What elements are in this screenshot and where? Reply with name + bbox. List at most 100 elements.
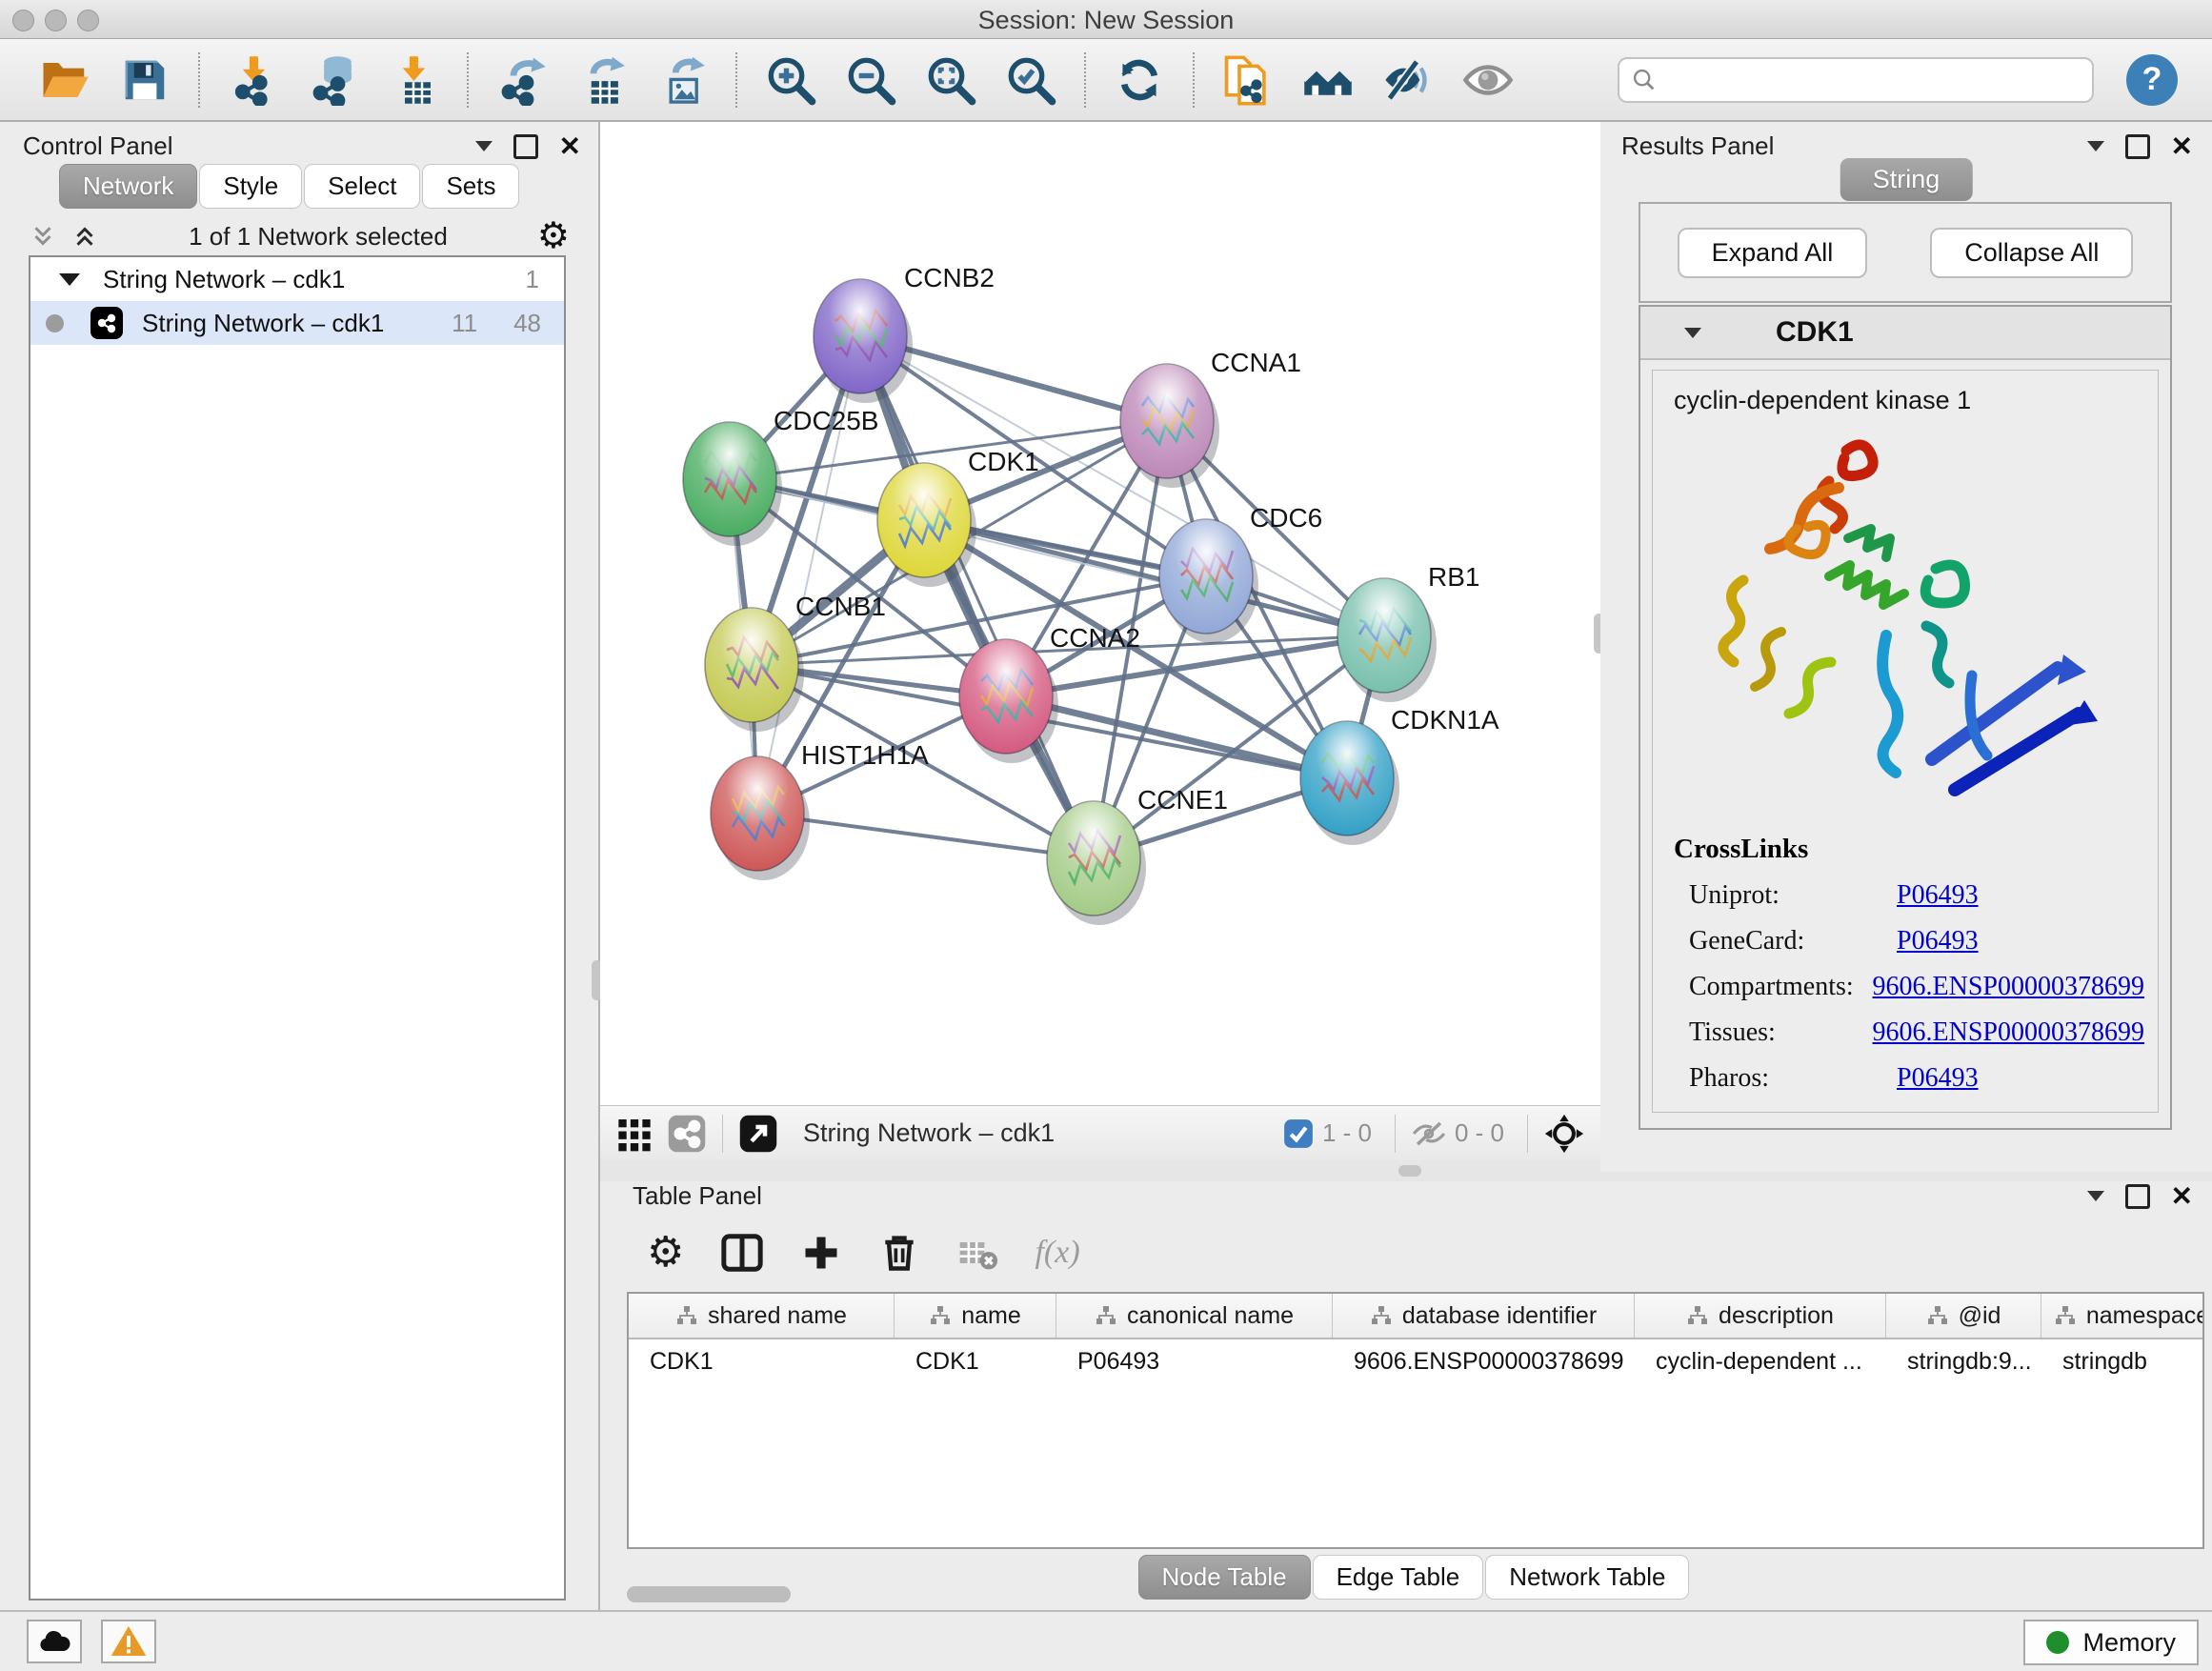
zoom-out-icon[interactable]	[843, 52, 898, 108]
gene-symbol: CDK1	[1776, 316, 1854, 349]
export-network-icon[interactable]	[494, 52, 550, 108]
node-rb1[interactable]: RB1	[1337, 562, 1479, 702]
save-session-icon[interactable]	[117, 52, 172, 108]
network-canvas[interactable]: CCNB2CCNA1CDC25BCDK1CDC6RB1CCNB1CCNA2CDK…	[600, 122, 1600, 1105]
refresh-network-icon[interactable]	[1112, 52, 1167, 108]
memory-button[interactable]: Memory	[2023, 1620, 2199, 1665]
delete-table-icon[interactable]	[956, 1232, 998, 1274]
tab-network-table[interactable]: Network Table	[1485, 1555, 1689, 1600]
expand-all-icon[interactable]	[70, 222, 99, 251]
table-cell[interactable]: cyclin-dependent ...	[1635, 1339, 1886, 1383]
panel-menu-icon[interactable]	[2087, 1191, 2104, 1201]
close-panel-icon[interactable]: ✕	[2171, 1183, 2193, 1210]
node-label-cdk1: CDK1	[968, 447, 1039, 476]
crosslink-link[interactable]: P06493	[1897, 926, 1979, 956]
collapse-all-button[interactable]: Collapse All	[1930, 228, 2133, 278]
tab-network[interactable]: Network	[59, 164, 197, 209]
node-cdk1[interactable]: CDK1	[877, 447, 1039, 587]
network-options-gear-icon[interactable]: ⚙	[537, 218, 570, 254]
crosslink-link[interactable]: 9606.ENSP00000378699	[1873, 972, 2144, 1002]
collapse-entry-icon[interactable]	[1684, 328, 1701, 338]
table-cell[interactable]: P06493	[1056, 1339, 1333, 1383]
crosslink-link[interactable]: 9606.ENSP00000378699	[1873, 1017, 2144, 1048]
delete-column-icon[interactable]	[878, 1232, 920, 1274]
hide-selected-icon[interactable]	[1380, 52, 1436, 108]
tab-edge-table[interactable]: Edge Table	[1313, 1555, 1484, 1600]
help-icon[interactable]: ?	[2126, 54, 2178, 106]
results-panel-title: Results Panel	[1621, 131, 1774, 161]
network-icon	[90, 307, 123, 339]
export-image-icon[interactable]	[654, 52, 710, 108]
node-ccnb2[interactable]: CCNB2	[814, 263, 995, 403]
birds-eye-view-icon[interactable]	[1543, 1113, 1585, 1155]
network-collection-row[interactable]: String Network – cdk1 1	[30, 257, 564, 301]
add-column-icon[interactable]	[800, 1232, 842, 1274]
edge-ccnb2-ccne1[interactable]	[860, 336, 1094, 858]
float-panel-icon[interactable]	[2125, 1184, 2150, 1209]
first-neighbors-icon[interactable]	[1300, 52, 1356, 108]
column-header-namespace[interactable]: namespace	[2041, 1294, 2204, 1338]
cloud-status-icon[interactable]	[27, 1620, 82, 1663]
tab-node-table[interactable]: Node Table	[1138, 1555, 1311, 1600]
open-file-icon[interactable]	[37, 52, 92, 108]
tab-style[interactable]: Style	[199, 164, 302, 209]
crosslink-label: Compartments:	[1689, 972, 1873, 1002]
column-header-description[interactable]: description	[1635, 1294, 1886, 1338]
column-header-name[interactable]: name	[895, 1294, 1056, 1338]
crosslink-label: GeneCard:	[1689, 926, 1897, 956]
close-panel-icon[interactable]: ✕	[2171, 133, 2193, 160]
crosslink-link[interactable]: P06493	[1897, 880, 1979, 911]
search-input[interactable]	[1618, 57, 2094, 103]
column-header-canonical-name[interactable]: canonical name	[1056, 1294, 1333, 1338]
node-ccnb1[interactable]: CCNB1	[705, 592, 886, 732]
show-columns-icon[interactable]	[720, 1231, 764, 1275]
table-header-row: shared namenamecanonical namedatabase id…	[629, 1294, 2202, 1339]
table-options-gear-icon[interactable]: ⚙	[647, 1232, 684, 1274]
status-bar: Memory	[0, 1610, 2212, 1671]
node-cdc6[interactable]: CDC6	[1159, 503, 1322, 643]
collapse-all-icon[interactable]	[29, 222, 57, 251]
collection-label: String Network – cdk1	[103, 265, 345, 294]
grid-view-icon[interactable]	[615, 1115, 654, 1153]
expand-all-button[interactable]: Expand All	[1678, 228, 1868, 278]
table-cell[interactable]: 9606.ENSP00000378699	[1333, 1339, 1635, 1383]
column-header--id[interactable]: @id	[1886, 1294, 2041, 1338]
panel-menu-icon[interactable]	[2087, 141, 2104, 151]
function-builder-icon[interactable]: f(x)	[1035, 1235, 1079, 1271]
zoom-fit-icon[interactable]	[923, 52, 978, 108]
open-in-window-icon[interactable]	[738, 1114, 778, 1154]
crosslink-link[interactable]: P06493	[1897, 1063, 1979, 1094]
column-header-database-identifier[interactable]: database identifier	[1333, 1294, 1635, 1338]
import-table-file-icon[interactable]	[386, 52, 441, 108]
gene-entry-header[interactable]: CDK1	[1640, 307, 2170, 360]
float-panel-icon[interactable]	[513, 134, 538, 159]
panel-menu-icon[interactable]	[475, 141, 493, 151]
network-view-icon[interactable]	[667, 1114, 707, 1154]
expander-icon[interactable]	[59, 273, 80, 286]
zoom-selected-icon[interactable]	[1003, 52, 1058, 108]
network-row[interactable]: String Network – cdk1 11 48	[30, 301, 564, 345]
table-row[interactable]: CDK1CDK1P064939606.ENSP00000378699cyclin…	[629, 1339, 2202, 1383]
import-network-file-icon[interactable]	[226, 52, 281, 108]
tab-select[interactable]: Select	[304, 164, 420, 209]
node-ccne1[interactable]: CCNE1	[1047, 785, 1228, 925]
tab-string[interactable]: String	[1840, 158, 1973, 201]
float-panel-icon[interactable]	[2125, 134, 2150, 159]
table-cell[interactable]: CDK1	[895, 1339, 1056, 1383]
export-table-icon[interactable]	[574, 52, 630, 108]
node-cdc25b[interactable]: CDC25B	[683, 406, 878, 546]
node-cdkn1a[interactable]: CDKN1A	[1300, 705, 1499, 845]
import-network-database-icon[interactable]	[306, 52, 361, 108]
node-hist1h1a[interactable]: HIST1H1A	[711, 740, 929, 880]
table-cell[interactable]: stringdb:9...	[1886, 1339, 2041, 1383]
warning-status-icon[interactable]	[101, 1620, 156, 1663]
zoom-in-icon[interactable]	[763, 52, 818, 108]
table-cell[interactable]: CDK1	[629, 1339, 895, 1383]
close-panel-icon[interactable]: ✕	[559, 133, 581, 160]
column-header-shared-name[interactable]: shared name	[629, 1294, 895, 1338]
table-cell[interactable]: stringdb	[2041, 1339, 2204, 1383]
show-graphics-details-icon[interactable]	[1460, 52, 1516, 108]
copy-network-icon[interactable]	[1220, 52, 1276, 108]
splitter-grip[interactable]	[1398, 1165, 1421, 1177]
tab-sets[interactable]: Sets	[422, 164, 519, 209]
